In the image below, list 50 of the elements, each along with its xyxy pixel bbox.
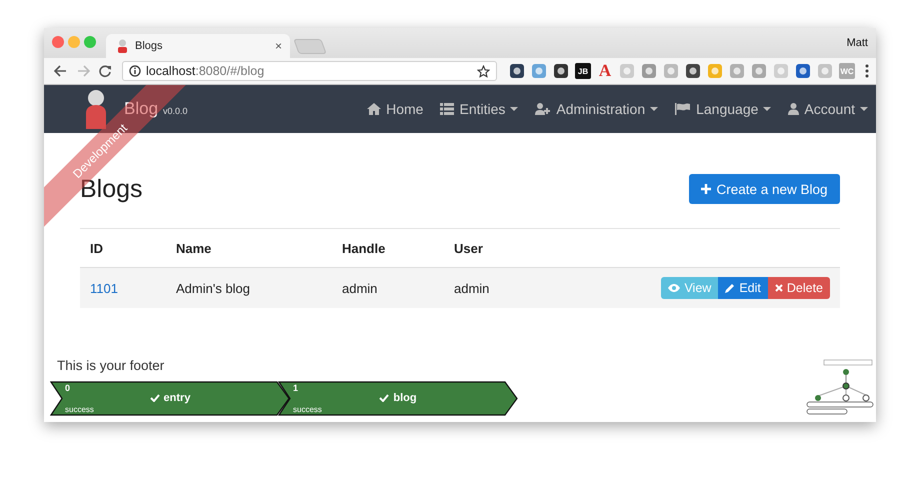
nav-item-icon [535,103,552,115]
nav-item[interactable]: Language [675,101,772,117]
maximize-button[interactable] [84,36,96,48]
nav-item[interactable]: Home [367,101,424,117]
profile-name[interactable]: Matt [846,37,868,49]
star-icon[interactable] [477,64,490,78]
edit-button[interactable]: Edit [718,277,768,299]
nav-item-icon [440,103,454,115]
eye-icon [668,284,680,292]
step-name: blog [393,392,417,404]
table-cell: Admin's blog [166,268,332,308]
tab-close-button[interactable]: × [274,39,282,53]
extension-icon[interactable] [509,63,525,79]
nav-item-icon [367,103,382,115]
nav-item-icon [675,103,692,115]
favicon-icon [116,39,129,53]
footer-text: This is your footer [57,358,166,373]
extension-icon[interactable] [795,63,811,79]
extension-icon[interactable]: JB [575,63,591,79]
nav-item[interactable]: Administration [535,101,658,117]
menu-icon[interactable] [865,64,869,78]
new-tab-button[interactable] [293,39,327,54]
extension-icon[interactable] [685,63,701,79]
extension-icon[interactable]: A [597,63,613,79]
extension-icon[interactable] [553,63,569,79]
id-link[interactable]: 1101 [90,280,118,296]
nav-item[interactable]: Entities [440,101,518,117]
page-title: Blogs [80,174,143,204]
browser-tab[interactable]: Blogs × [106,34,290,58]
step-status: success [293,405,322,414]
create-button[interactable]: Create a new Blog [689,174,840,204]
step-name: entry [164,392,190,404]
table-cell: admin [444,268,556,308]
step-index: 1 [293,383,298,393]
pencil-icon [725,283,736,293]
check-icon [379,394,390,402]
version-label: v0.0.0 [163,106,188,116]
check-icon [150,394,160,402]
nav-item[interactable]: Account [788,101,868,117]
close-button[interactable] [52,36,64,48]
minimize-button[interactable] [68,36,80,48]
step-index: 0 [65,383,70,393]
nav-item-icon [788,103,800,115]
info-icon[interactable] [129,65,141,77]
close-icon [774,284,783,292]
step-status: success [65,405,94,414]
plus-icon [701,184,712,194]
table-cell: admin [332,268,444,308]
address-bar[interactable]: localhost:8080/#/blog [122,61,497,81]
delete-button[interactable]: Delete [768,277,830,299]
